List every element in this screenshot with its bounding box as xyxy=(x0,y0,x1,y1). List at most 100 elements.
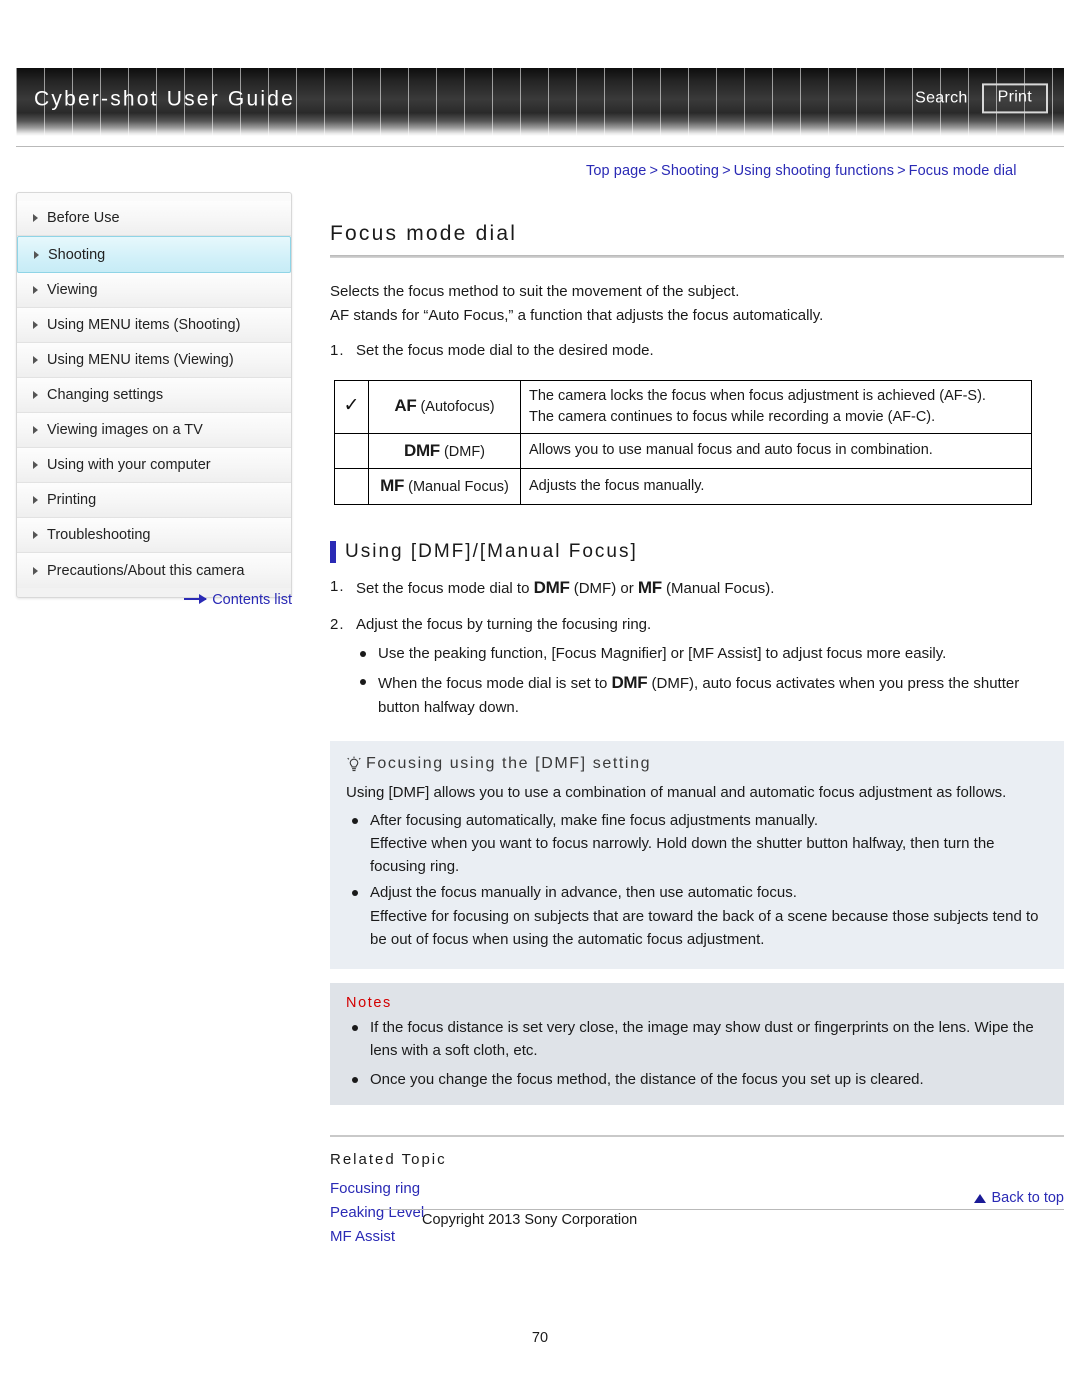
sidebar-item-label: Using MENU items (Shooting) xyxy=(47,317,241,333)
chevron-right-icon xyxy=(34,250,39,259)
sidebar-item-printing[interactable]: Printing xyxy=(17,483,291,518)
sidebar-item-using-menu-items-shooting[interactable]: Using MENU items (Shooting) xyxy=(17,308,291,343)
sidebar-item-label: Troubleshooting xyxy=(47,527,151,543)
sidebar-item-label: Before Use xyxy=(47,210,120,226)
dial-symbol-dmf: DMF xyxy=(611,672,648,692)
chevron-right-icon xyxy=(33,356,38,364)
step-text-part-c: (Manual Focus). xyxy=(661,579,775,597)
list-item: After focusing automatically, make fine … xyxy=(352,809,1046,879)
chevron-right-icon xyxy=(33,286,38,294)
sidebar-item-changing-settings[interactable]: Changing settings xyxy=(17,378,291,413)
notes-list: If the focus distance is set very close,… xyxy=(346,1016,1048,1091)
header-actions: Search Print xyxy=(915,83,1048,114)
triangle-up-icon xyxy=(974,1193,987,1203)
sidebar-item-label: Printing xyxy=(47,492,97,508)
step-text: Adjust the focus by turning the focusing… xyxy=(356,616,652,634)
chevron-right-icon xyxy=(33,391,38,399)
step-text-part-b: (DMF) or xyxy=(569,579,638,597)
checkmark-icon: ✓ xyxy=(343,394,360,416)
focus-mode-table: ✓ AF (Autofocus) The camera locks the fo… xyxy=(334,379,1032,505)
dial-symbol-dmf: DMF xyxy=(533,577,570,597)
arrow-right-icon xyxy=(184,594,208,605)
sidebar-item-using-menu-items-viewing[interactable]: Using MENU items (Viewing) xyxy=(17,343,291,378)
sidebar-item-label: Using MENU items (Viewing) xyxy=(47,352,234,368)
tip-item-detail: Effective for focusing on subjects that … xyxy=(370,907,1039,948)
breadcrumb-item-shooting[interactable]: Shooting xyxy=(661,163,719,179)
mode-description-line-1: Adjusts the focus manually. xyxy=(529,478,705,495)
chevron-right-icon xyxy=(33,321,38,329)
header-divider xyxy=(16,146,1064,147)
page-number: 70 xyxy=(531,1330,549,1346)
title-divider xyxy=(330,255,1064,258)
sidebar-item-label: Precautions/About this camera xyxy=(47,562,245,579)
tip-item-lead: Adjust the focus manually in advance, th… xyxy=(370,884,797,902)
back-to-top-link[interactable]: Back to top xyxy=(974,1190,1064,1206)
notes-title: Notes xyxy=(346,995,392,1012)
section-heading-text: Using [DMF]/[Manual Focus] xyxy=(345,540,638,562)
dial-symbol-mf: MF xyxy=(637,577,662,597)
section-heading: Using [DMF]/[Manual Focus] xyxy=(330,540,1064,563)
breadcrumb-separator: > xyxy=(897,163,906,179)
intro-line-2: AF stands for “Auto Focus,” a function t… xyxy=(330,306,824,324)
tip-bullets: After focusing automatically, make fine … xyxy=(346,809,1046,952)
selected-cell xyxy=(334,468,369,505)
dial-symbol-af: AF xyxy=(394,396,417,416)
selected-cell xyxy=(334,432,369,470)
mode-description-line-1: The camera locks the focus when focus ad… xyxy=(529,387,986,404)
table-row: MF (Manual Focus) Adjusts the focus manu… xyxy=(334,468,1032,505)
section-step-2: 2. Adjust the focus by turning the focus… xyxy=(330,613,1064,636)
mode-name: (Autofocus) xyxy=(420,399,495,416)
breadcrumb-item-focus-mode-dial[interactable]: Focus mode dial xyxy=(909,163,1017,179)
print-button[interactable]: Print xyxy=(981,83,1048,114)
related-link-focusing-ring[interactable]: Focusing ring xyxy=(330,1177,1064,1201)
breadcrumb-item-top-page[interactable]: Top page xyxy=(586,163,646,179)
mode-description-cell: Allows you to use manual focus and auto … xyxy=(520,432,1032,470)
tip-heading-text: Focusing using the [DMF] setting xyxy=(366,755,652,773)
page-title: Focus mode dial xyxy=(330,222,518,245)
document-page: Cyber-shot User Guide Search Print Top p… xyxy=(0,0,1080,1397)
sidebar-item-shooting[interactable]: Shooting xyxy=(17,236,291,273)
sidebar-item-troubleshooting[interactable]: Troubleshooting xyxy=(17,518,291,553)
step-text-part-a: Set the focus mode dial to xyxy=(356,579,534,597)
mode-name: (DMF) xyxy=(443,443,486,460)
sidebar-item-label: Shooting xyxy=(48,246,106,263)
chevron-right-icon xyxy=(33,531,38,539)
sidebar-nav: Before Use Shooting Viewing Using MENU i… xyxy=(16,192,292,598)
mode-name: (Manual Focus) xyxy=(408,479,509,496)
contents-list-link-wrap: Contents list xyxy=(16,592,292,608)
mode-description-line-1: Allows you to use manual focus and auto … xyxy=(529,442,933,459)
chevron-right-icon xyxy=(33,214,38,222)
chevron-right-icon xyxy=(33,461,38,469)
related-link-mf-assist[interactable]: MF Assist xyxy=(330,1225,1064,1249)
tip-item-detail: Effective when you want to focus narrowl… xyxy=(370,834,995,876)
list-item: Adjust the focus manually in advance, th… xyxy=(352,881,1046,951)
sidebar-item-viewing[interactable]: Viewing xyxy=(17,273,291,308)
tip-box: Focusing using the [DMF] setting Using [… xyxy=(330,741,1064,970)
list-item: Once you change the focus method, the di… xyxy=(352,1068,1048,1091)
sidebar-item-viewing-images-on-a-tv[interactable]: Viewing images on a TV xyxy=(17,413,291,448)
list-item: Use the peaking function, [Focus Magnifi… xyxy=(360,642,1064,665)
step-number: 1. xyxy=(330,577,345,595)
sidebar-item-before-use[interactable]: Before Use xyxy=(17,201,291,236)
mode-label-cell: AF (Autofocus) xyxy=(368,379,521,434)
chevron-right-icon xyxy=(33,426,38,434)
dial-symbol-mf: MF xyxy=(380,476,405,496)
breadcrumb-separator: > xyxy=(722,163,731,179)
mode-description-cell: Adjusts the focus manually. xyxy=(520,468,1032,505)
search-button[interactable]: Search xyxy=(915,89,968,107)
mode-description-cell: The camera locks the focus when focus ad… xyxy=(520,379,1032,434)
breadcrumb-item-using-shooting-functions[interactable]: Using shooting functions xyxy=(734,163,894,179)
step-text: Set the focus mode dial to the desired m… xyxy=(356,342,654,360)
step-number: 1. xyxy=(330,342,345,360)
step-text: Set the focus mode dial to DMF (DMF) or … xyxy=(356,575,1064,601)
sidebar-item-label: Viewing xyxy=(47,282,98,298)
sidebar-item-using-with-your-computer[interactable]: Using with your computer xyxy=(17,448,291,483)
chevron-right-icon xyxy=(33,566,38,575)
mode-label-cell: MF (Manual Focus) xyxy=(368,468,521,505)
chevron-right-icon xyxy=(33,496,38,504)
contents-list-link[interactable]: Contents list xyxy=(212,592,292,608)
related-topic-divider xyxy=(330,1134,1064,1137)
site-title: Cyber-shot User Guide xyxy=(34,87,295,111)
selected-cell: ✓ xyxy=(334,379,369,434)
sidebar-item-precautions-about-this-camera[interactable]: Precautions/About this camera xyxy=(17,553,291,588)
